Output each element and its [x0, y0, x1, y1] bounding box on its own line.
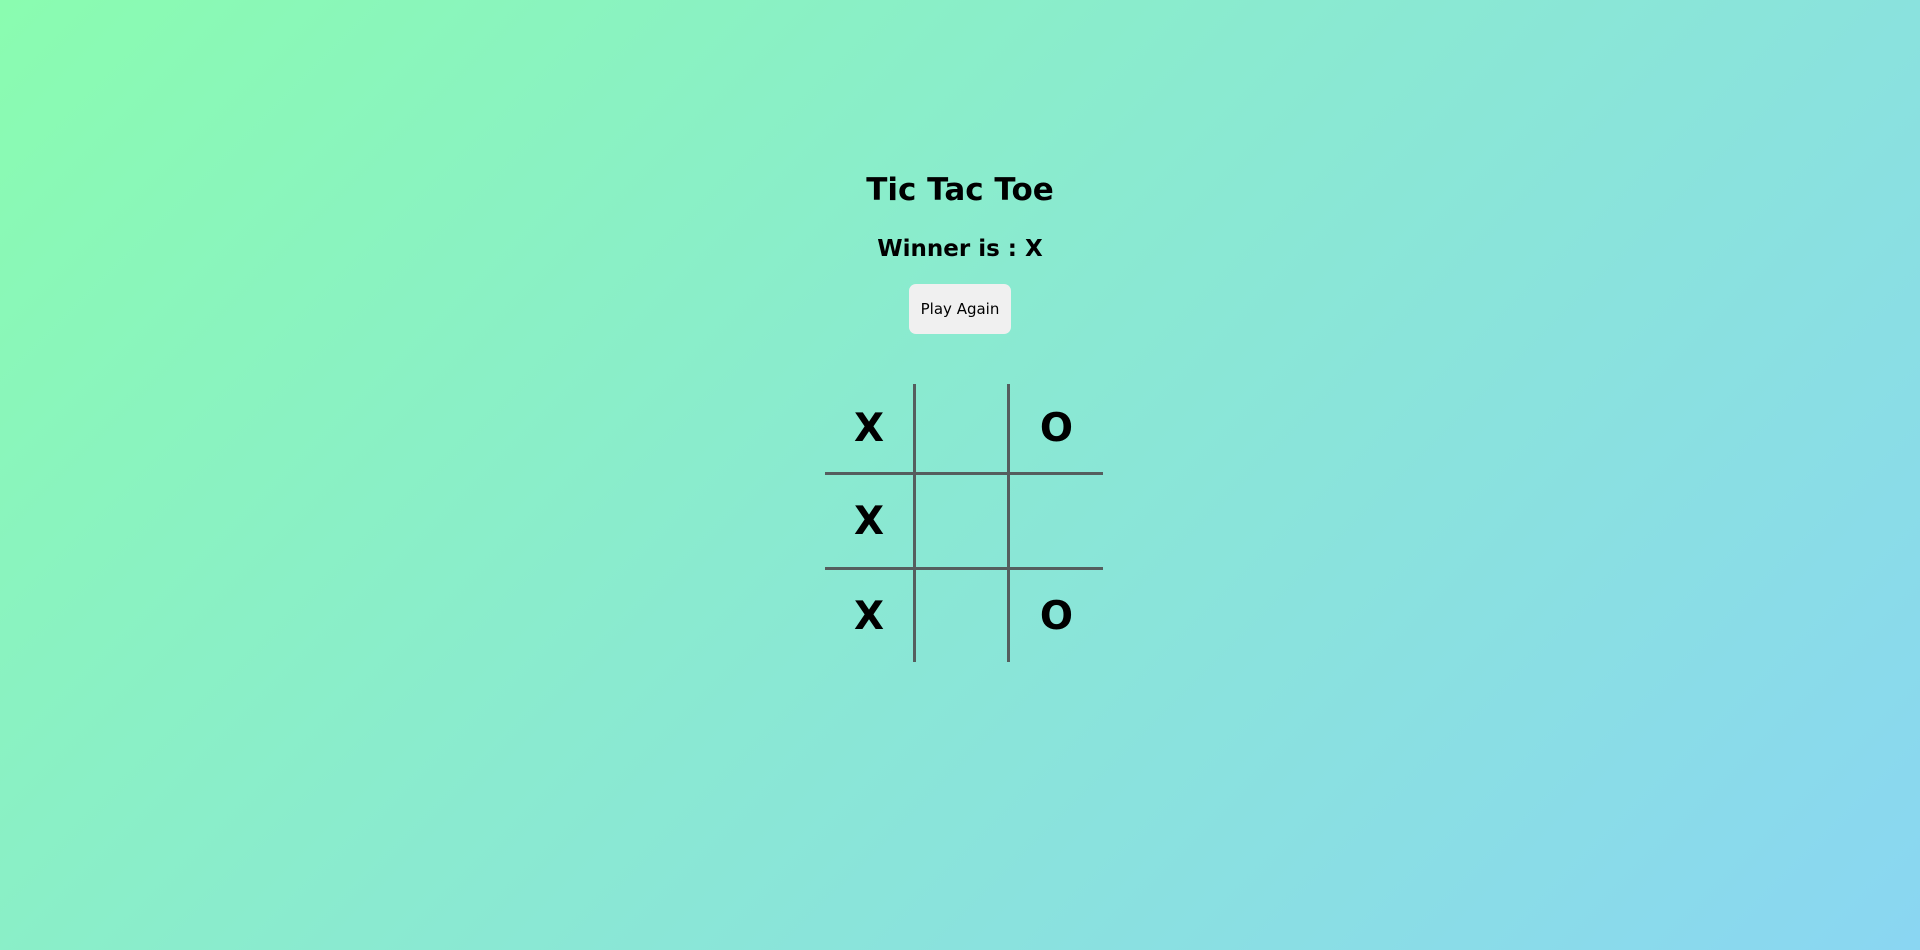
game-container: Tic Tac Toe Winner is : X Play Again X O… [0, 0, 1920, 950]
board-cell-7[interactable]: X [825, 570, 916, 662]
winner-status: Winner is : X [877, 236, 1043, 262]
board-cell-2[interactable] [916, 384, 1010, 475]
board-cell-6[interactable] [1010, 475, 1103, 570]
board-cell-9[interactable]: O [1010, 570, 1103, 662]
play-again-button[interactable]: Play Again [909, 284, 1011, 334]
board-cell-1[interactable]: X [825, 384, 916, 475]
board-cell-5[interactable] [916, 475, 1010, 570]
board-cell-4[interactable]: X [825, 475, 916, 570]
board-cell-8[interactable] [916, 570, 1010, 662]
page-title: Tic Tac Toe [866, 172, 1054, 208]
board-cell-3[interactable]: O [1010, 384, 1103, 475]
game-board: X O X X O [825, 384, 1103, 662]
